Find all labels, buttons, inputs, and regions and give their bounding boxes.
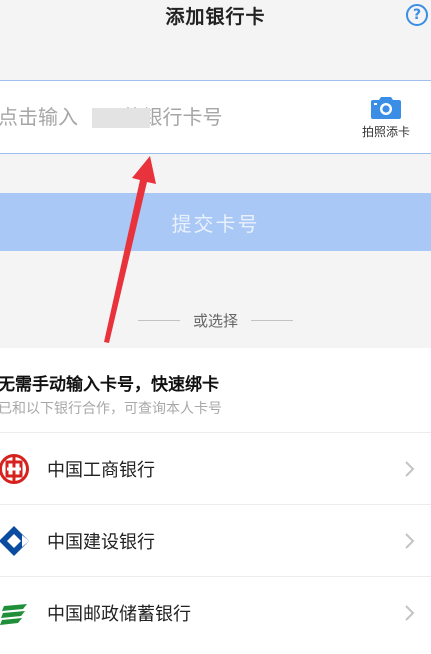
help-button[interactable]: ? [406, 4, 428, 26]
bank-name: 中国建设银行 [47, 532, 155, 553]
quick-bind-title: 无需手动输入卡号，快速绑卡 [0, 375, 219, 395]
photo-add-label: 拍照添卡 [361, 125, 410, 139]
bank-name: 中国邮政储蓄银行 [47, 604, 191, 625]
or-divider: 或选择 [0, 310, 431, 332]
bank-name: 中国工商银行 [47, 460, 155, 481]
chevron-right-icon [405, 461, 415, 477]
quick-bind-section: 无需手动输入卡号，快速绑卡 已和以下银行合作，可查询本人卡号 中国工商银行 中国… [0, 348, 431, 654]
chevron-right-icon [405, 533, 415, 549]
card-number-input-card: 拍照添卡 [0, 80, 431, 154]
redacted-name-blur [92, 108, 150, 128]
camera-icon [371, 97, 401, 119]
header: 添加银行卡 ? [0, 0, 431, 38]
bank-item-psbc[interactable]: 中国邮政储蓄银行 [0, 576, 431, 648]
bank-item-ccb[interactable]: 中国建设银行 [0, 504, 431, 576]
page-title: 添加银行卡 [165, 6, 266, 28]
divider-line-right [251, 320, 294, 321]
divider-line-left [137, 320, 180, 321]
psbc-logo-icon [0, 604, 27, 625]
card-number-input[interactable] [0, 101, 328, 133]
bank-item-icbc[interactable]: 中国工商银行 [0, 432, 431, 504]
add-bank-card-screen: 添加银行卡 ? 拍照添卡 提交卡号 或选择 无需手动输入卡号，快速绑卡 已和以下… [0, 0, 431, 654]
chevron-right-icon [405, 605, 415, 621]
ccb-logo-icon [0, 526, 29, 556]
or-label: 或选择 [192, 312, 238, 330]
photo-add-card-button[interactable]: 拍照添卡 [346, 95, 426, 143]
quick-bind-subtitle: 已和以下银行合作，可查询本人卡号 [0, 401, 222, 417]
submit-card-button[interactable]: 提交卡号 [0, 193, 431, 251]
icbc-logo-icon [0, 454, 29, 484]
